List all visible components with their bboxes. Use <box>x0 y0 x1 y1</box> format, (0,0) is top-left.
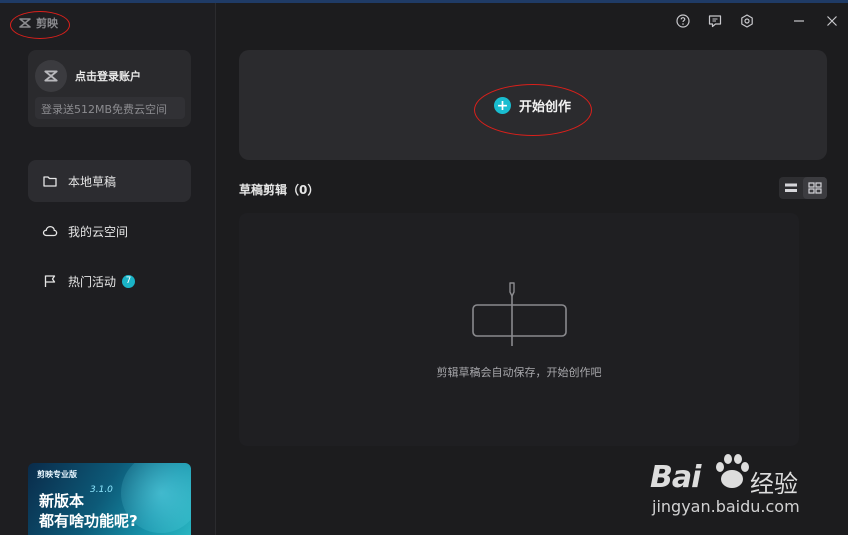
sidebar-item-local-drafts[interactable]: 本地草稿 <box>28 160 191 202</box>
feedback-icon <box>708 15 722 28</box>
watermark-url: jingyan.baidu.com <box>652 497 800 516</box>
sidebar-item-cloud-space[interactable]: 我的云空间 <box>28 210 191 252</box>
promo-headline-2: 都有啥功能呢? <box>39 512 138 530</box>
grid-view-icon <box>808 182 822 194</box>
annotation-circle-logo <box>10 11 70 39</box>
help-icon <box>676 14 690 28</box>
watermark-brand-left: Bai <box>650 460 701 495</box>
cloud-icon <box>42 225 58 237</box>
minimize-button[interactable] <box>790 12 808 30</box>
sidebar-item-label: 热门活动 <box>68 274 117 289</box>
baidu-jingyan-watermark: Bai 经验 jingyan.baidu.com <box>650 448 840 528</box>
list-view-button[interactable] <box>779 177 803 199</box>
help-button[interactable] <box>674 12 692 30</box>
baidu-paw-icon <box>716 454 749 488</box>
capcut-logo-icon <box>44 70 58 82</box>
view-mode-toggle <box>779 177 827 199</box>
sidebar-item-label: 本地草稿 <box>68 174 117 189</box>
promo-brand: 剪映专业版 <box>37 470 77 479</box>
login-card[interactable]: 点击登录账户 登录送512MB免费云空间 <box>28 50 191 127</box>
notification-badge: 7 <box>122 274 136 288</box>
close-icon <box>827 16 837 26</box>
list-view-icon <box>785 183 797 192</box>
watermark-brand-right: 经验 <box>750 470 798 498</box>
settings-icon <box>741 14 753 28</box>
cloud-offer-text: 登录送512MB免费云空间 <box>35 97 185 119</box>
flag-icon <box>44 275 56 287</box>
feedback-button[interactable] <box>706 12 724 30</box>
promo-version: 3.1.0 <box>90 485 113 495</box>
login-prompt[interactable]: 点击登录账户 <box>75 68 141 84</box>
empty-timeline-illustration <box>472 282 567 346</box>
settings-button[interactable] <box>738 12 756 30</box>
version-promo-banner[interactable]: 剪映专业版 3.1.0 新版本 都有啥功能呢? <box>28 463 191 535</box>
empty-drafts-message: 剪辑草稿会自动保存，开始创作吧 <box>436 366 602 379</box>
sidebar: 剪映 点击登录账户 登录送512MB免费云空间 本地草稿 我的云空间 热门活动 … <box>0 3 216 535</box>
promo-headline-1: 新版本 <box>39 492 85 510</box>
sidebar-item-label: 我的云空间 <box>68 224 129 239</box>
sidebar-item-hot-events[interactable]: 热门活动 7 <box>28 260 191 302</box>
folder-icon <box>43 176 57 187</box>
grid-view-button[interactable] <box>803 177 827 199</box>
avatar[interactable] <box>35 60 67 92</box>
minimize-icon <box>794 20 804 22</box>
annotation-circle-create <box>474 84 592 136</box>
close-button[interactable] <box>823 12 841 30</box>
drafts-section-title: 草稿剪辑（0） <box>239 183 320 197</box>
